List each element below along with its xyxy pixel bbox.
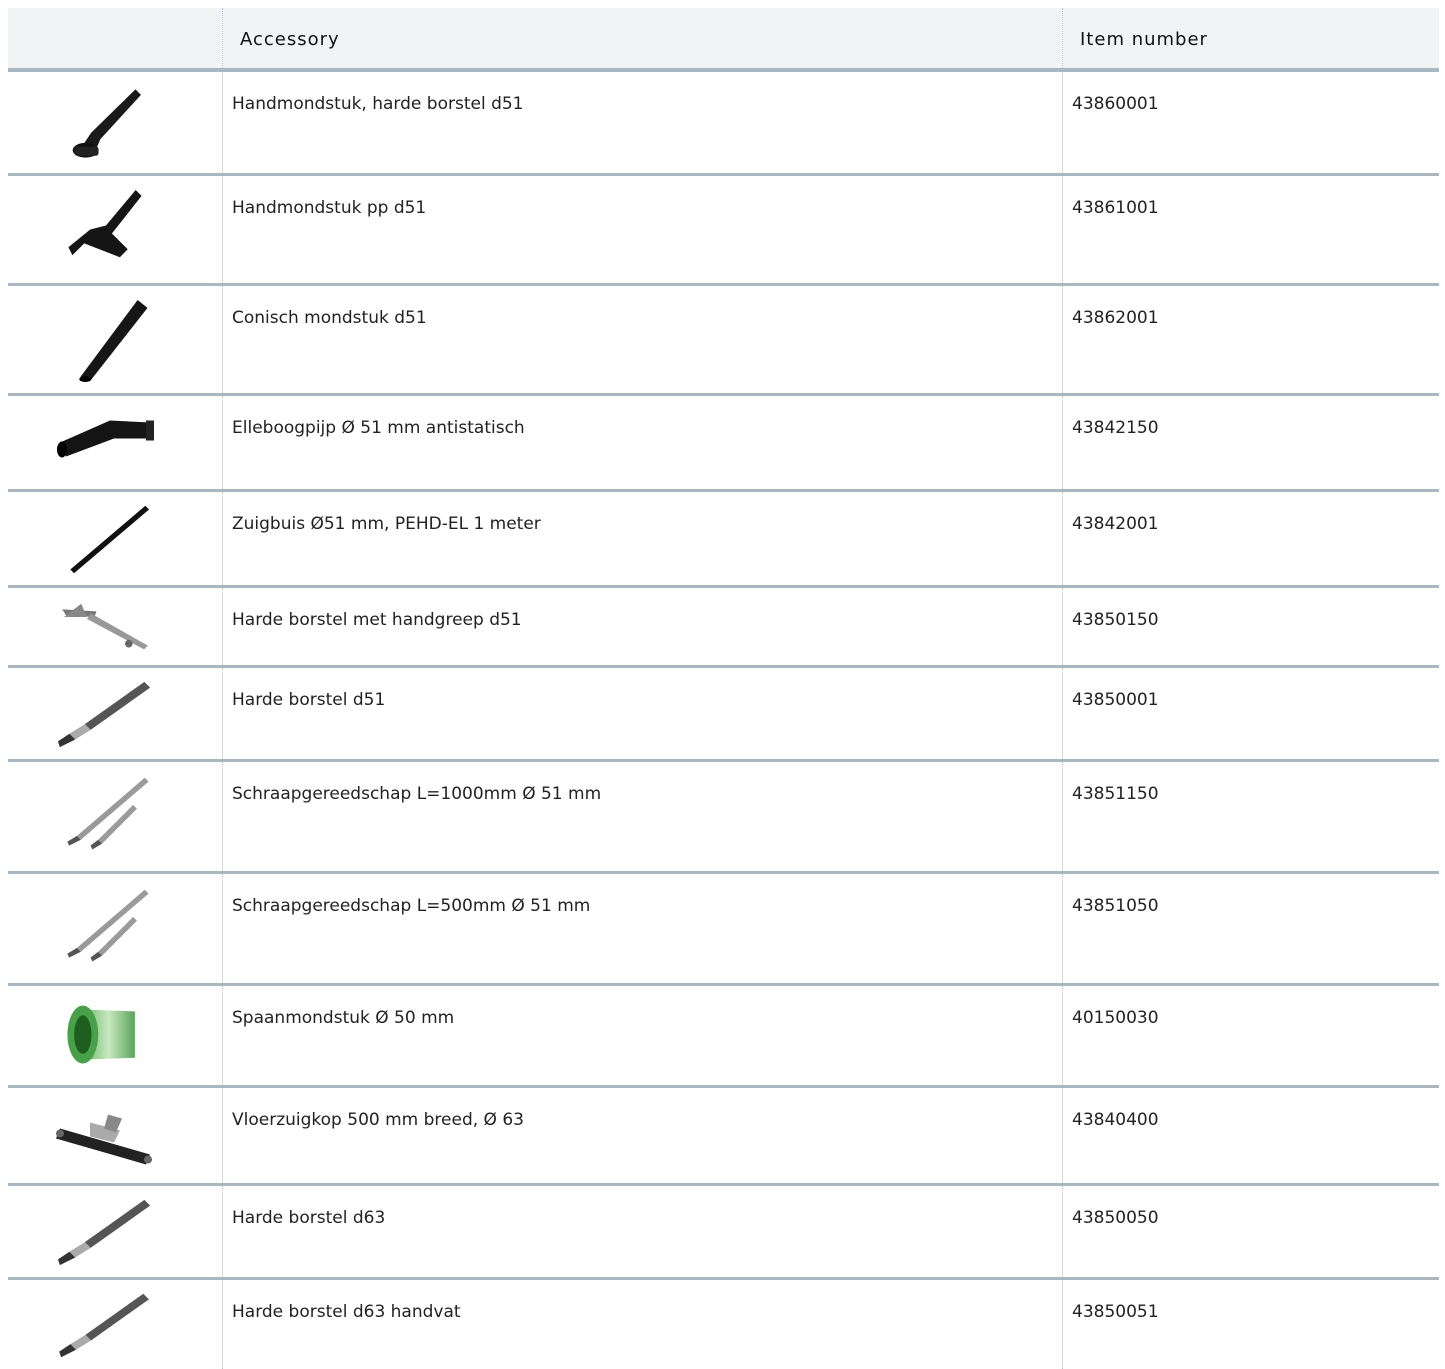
- table-row: Conisch mondstuk d51 43862001: [8, 286, 1439, 396]
- accessory-name: Vloerzuigkop 500 mm breed, Ø 63: [232, 1110, 524, 1130]
- accessory-name: Handmondstuk, harde borstel d51: [232, 94, 524, 114]
- accessory-name: Harde borstel d51: [232, 690, 386, 710]
- accessory-name: Spaanmondstuk Ø 50 mm: [232, 1008, 455, 1028]
- column-divider: [222, 396, 223, 489]
- column-divider: [1062, 1186, 1063, 1277]
- item-number: 43842001: [1072, 514, 1159, 534]
- column-divider: [1062, 396, 1063, 489]
- table-row: Harde borstel d63 43850050: [8, 1186, 1439, 1280]
- accessory-image-cell: [8, 1088, 222, 1183]
- brush-with-handle-icon: [50, 598, 160, 657]
- table-row: Vloerzuigkop 500 mm breed, Ø 63 43840400: [8, 1088, 1439, 1186]
- accessory-name: Schraapgereedschap L=1000mm Ø 51 mm: [232, 784, 602, 804]
- table-row: Handmondstuk, harde borstel d51 43860001: [8, 72, 1439, 176]
- accessory-image-cell: [8, 986, 222, 1085]
- table-row: Zuigbuis Ø51 mm, PEHD-EL 1 meter 43842001: [8, 492, 1439, 588]
- accessory-image-cell: [8, 762, 222, 871]
- header-item-number: Item number: [1080, 29, 1208, 50]
- column-divider: [1062, 1280, 1063, 1369]
- table-row: Schraapgereedschap L=1000mm Ø 51 mm 43851…: [8, 762, 1439, 874]
- hard-brush-icon: [50, 1290, 160, 1361]
- item-number: 43842150: [1072, 418, 1159, 438]
- accessory-name: Zuigbuis Ø51 mm, PEHD-EL 1 meter: [232, 514, 541, 534]
- table-row: Spaanmondstuk Ø 50 mm 40150030: [8, 986, 1439, 1088]
- chip-nozzle-icon: [50, 996, 160, 1077]
- column-divider: [1062, 492, 1063, 585]
- hand-nozzle-pp-icon: [50, 186, 160, 275]
- table-row: Harde borstel d63 handvat 43850051: [8, 1280, 1439, 1369]
- column-divider: [222, 986, 223, 1085]
- table-row: Elleboogpijp Ø 51 mm antistatisch 4384215…: [8, 396, 1439, 492]
- table-row: Handmondstuk pp d51 43861001: [8, 176, 1439, 286]
- accessory-name: Handmondstuk pp d51: [232, 198, 427, 218]
- accessory-image-cell: [8, 286, 222, 393]
- item-number: 43850150: [1072, 610, 1159, 630]
- accessory-image-cell: [8, 396, 222, 489]
- hard-brush-icon: [50, 678, 160, 751]
- accessory-name: Harde borstel met handgreep d51: [232, 610, 522, 630]
- column-divider: [1062, 874, 1063, 983]
- column-divider: [222, 176, 223, 283]
- item-number: 43840400: [1072, 1110, 1159, 1130]
- floor-head-icon: [50, 1098, 160, 1175]
- item-number: 43850050: [1072, 1208, 1159, 1228]
- column-divider: [222, 286, 223, 393]
- accessory-image-cell: [8, 72, 222, 173]
- column-divider: [1062, 176, 1063, 283]
- item-number: 43850001: [1072, 690, 1159, 710]
- accessory-image-cell: [8, 588, 222, 665]
- accessory-image-cell: [8, 1186, 222, 1277]
- column-divider: [222, 1280, 223, 1369]
- accessory-name: Elleboogpijp Ø 51 mm antistatisch: [232, 418, 525, 438]
- column-divider: [1062, 762, 1063, 871]
- scraper-tool-icon: [50, 884, 160, 975]
- hard-brush-icon: [50, 1196, 160, 1269]
- column-divider: [1062, 1088, 1063, 1183]
- accessory-image-cell: [8, 176, 222, 283]
- column-divider: [1062, 72, 1063, 173]
- accessory-name: Harde borstel d63: [232, 1208, 386, 1228]
- item-number: 43851150: [1072, 784, 1159, 804]
- table-row: Harde borstel d51 43850001: [8, 668, 1439, 762]
- column-divider: [222, 8, 223, 68]
- suction-tube-icon: [50, 502, 160, 577]
- column-divider: [1062, 986, 1063, 1085]
- accessory-image-cell: [8, 492, 222, 585]
- hand-nozzle-brush-icon: [50, 82, 160, 165]
- conical-nozzle-icon: [50, 296, 160, 385]
- column-divider: [1062, 668, 1063, 759]
- column-divider: [222, 72, 223, 173]
- table-body: Handmondstuk, harde borstel d51 43860001 H…: [8, 72, 1439, 1369]
- item-number: 43862001: [1072, 308, 1159, 328]
- column-divider: [1062, 588, 1063, 665]
- accessory-image-cell: [8, 874, 222, 983]
- table-row: Harde borstel met handgreep d51 43850150: [8, 588, 1439, 668]
- column-divider: [222, 874, 223, 983]
- accessory-table: Accessory Item number Handmondstuk, hard…: [8, 8, 1439, 1369]
- accessory-image-cell: [8, 1280, 222, 1369]
- accessory-name: Harde borstel d63 handvat: [232, 1302, 461, 1322]
- column-divider: [222, 1186, 223, 1277]
- header-accessory: Accessory: [240, 29, 340, 50]
- item-number: 43850051: [1072, 1302, 1159, 1322]
- column-divider: [222, 668, 223, 759]
- column-divider: [222, 492, 223, 585]
- scraper-tool-icon: [50, 772, 160, 863]
- accessory-name: Schraapgereedschap L=500mm Ø 51 mm: [232, 896, 591, 916]
- accessory-image-cell: [8, 668, 222, 759]
- item-number: 43851050: [1072, 896, 1159, 916]
- item-number: 40150030: [1072, 1008, 1159, 1028]
- table-header: Accessory Item number: [8, 8, 1439, 72]
- table-row: Schraapgereedschap L=500mm Ø 51 mm 438510…: [8, 874, 1439, 986]
- column-divider: [222, 588, 223, 665]
- column-divider: [222, 762, 223, 871]
- column-divider: [1062, 286, 1063, 393]
- item-number: 43860001: [1072, 94, 1159, 114]
- item-number: 43861001: [1072, 198, 1159, 218]
- column-divider: [1062, 8, 1063, 68]
- elbow-pipe-icon: [50, 406, 160, 481]
- accessory-name: Conisch mondstuk d51: [232, 308, 427, 328]
- header-image-column: [8, 8, 222, 68]
- column-divider: [222, 1088, 223, 1183]
